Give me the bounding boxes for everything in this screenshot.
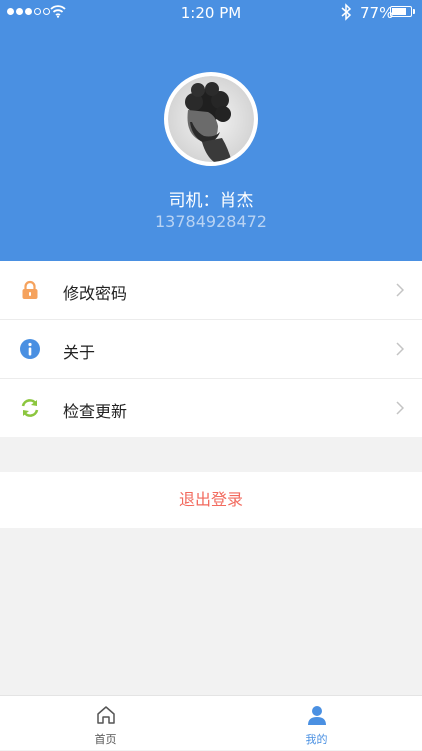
home-icon — [97, 706, 115, 724]
battery-icon — [390, 6, 412, 17]
lock-icon — [22, 280, 38, 299]
bluetooth-icon — [341, 3, 352, 21]
chevron-right-icon — [396, 401, 404, 415]
menu-item-change-password[interactable]: 修改密码 — [0, 261, 422, 320]
chevron-right-icon — [396, 342, 404, 356]
tab-home[interactable]: 首页 — [0, 696, 211, 751]
refresh-icon — [21, 399, 39, 417]
menu-item-about[interactable]: 关于 — [0, 320, 422, 379]
avatar-photo — [168, 76, 254, 162]
menu-item-label: 修改密码 — [63, 284, 128, 303]
profile-header: 1:20 PM 77% 司机：肖杰 13784928472 — [0, 0, 422, 261]
tab-label: 首页 — [94, 733, 117, 746]
battery-fill — [392, 8, 406, 15]
chevron-right-icon — [396, 283, 404, 297]
status-bar: 1:20 PM 77% — [0, 0, 422, 26]
tab-bar: 首页 我的 — [0, 695, 422, 750]
tab-label: 我的 — [305, 733, 328, 746]
menu-item-label: 关于 — [63, 343, 96, 362]
tab-mine[interactable]: 我的 — [211, 696, 422, 751]
menu-item-label: 检查更新 — [63, 402, 128, 421]
logout-button[interactable]: 退出登录 — [0, 472, 422, 528]
battery-tip — [413, 9, 415, 14]
driver-name: 司机：肖杰 — [168, 191, 254, 211]
battery-percent: 77% — [360, 4, 394, 22]
menu-item-check-update[interactable]: 检查更新 — [0, 379, 422, 437]
info-icon — [20, 339, 40, 359]
status-time: 1:20 PM — [180, 4, 242, 22]
avatar[interactable] — [164, 72, 258, 166]
settings-menu: 修改密码 关于 检查更新 — [0, 261, 422, 437]
user-icon — [308, 706, 326, 725]
driver-phone: 13784928472 — [155, 212, 267, 231]
